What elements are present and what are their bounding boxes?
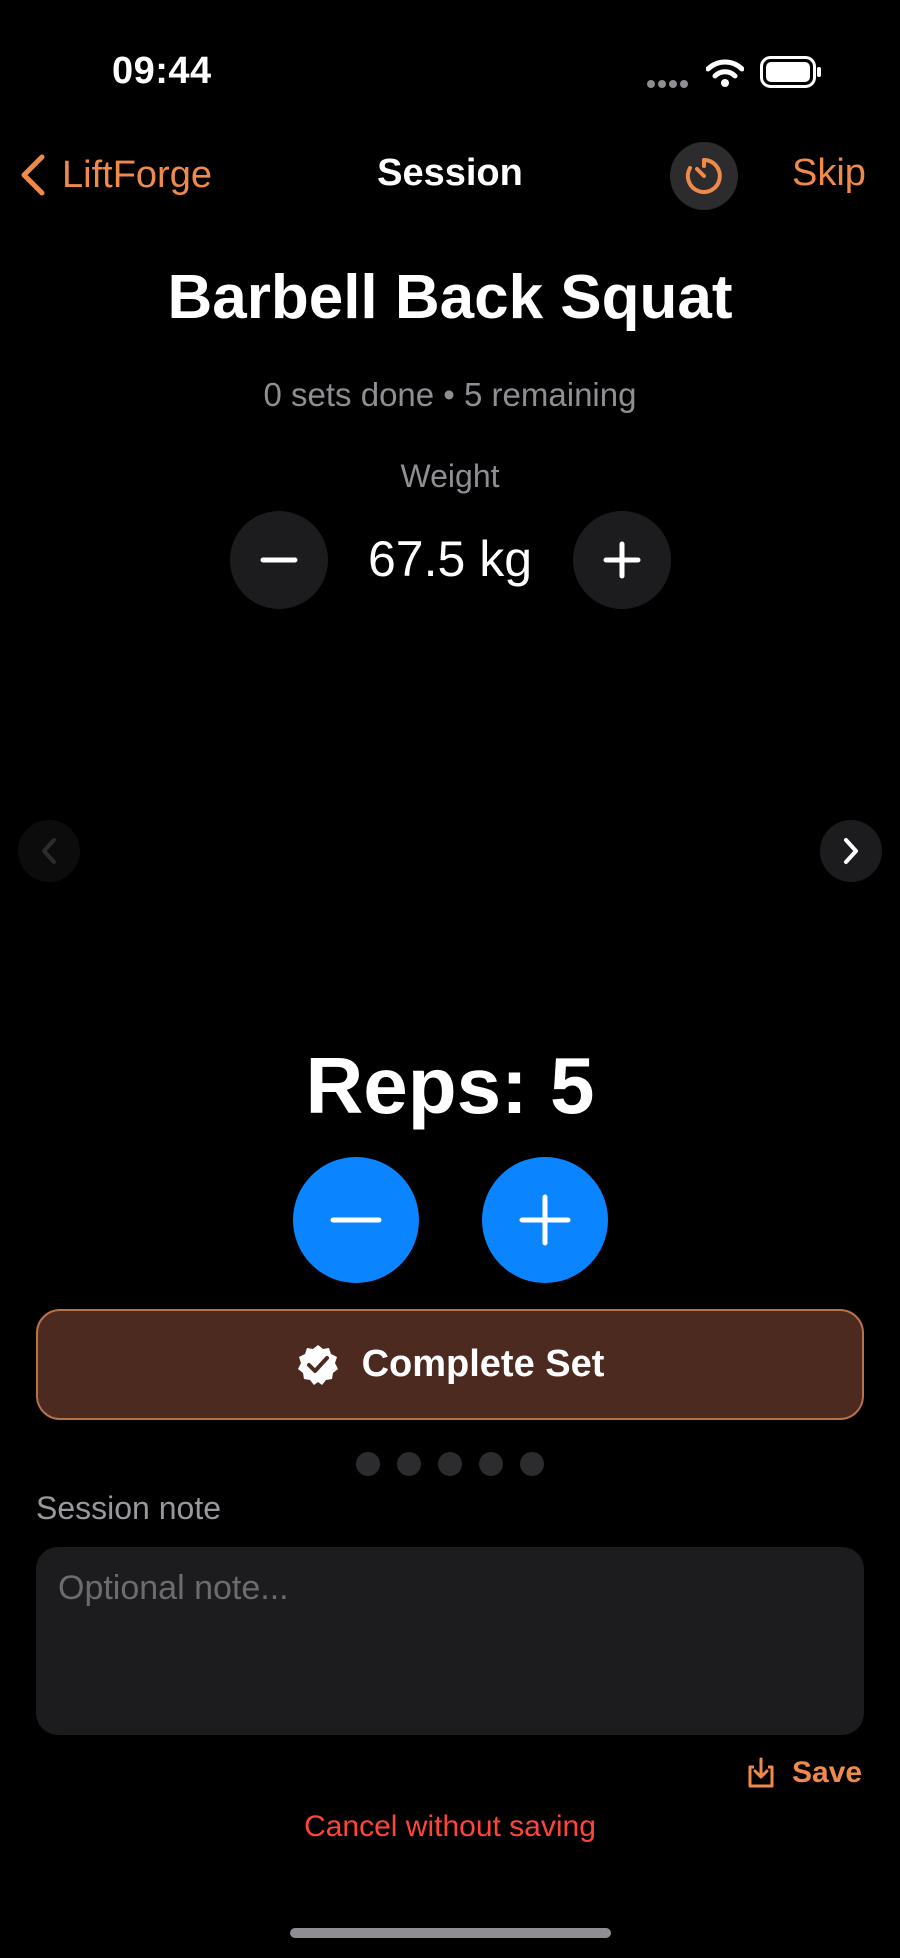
reps-count: Reps: 5 [305,1041,595,1130]
plus-icon [518,1193,572,1247]
sets-progress: 0 sets done • 5 remaining [263,376,637,413]
set-dot [438,1452,462,1476]
session-note-label: Session note [36,1490,222,1526]
timer-icon [683,155,725,197]
reps-decrease-button[interactable] [293,1157,419,1283]
set-indicator-dots [0,1452,900,1476]
plus-icon [602,540,642,580]
session-note-input[interactable] [36,1547,864,1735]
previous-exercise-button[interactable] [18,820,80,882]
chevron-right-icon [841,836,861,866]
rest-timer-button[interactable] [670,142,738,210]
save-button[interactable]: Save [746,1756,862,1790]
set-dot [397,1452,421,1476]
status-time: 09:44 [112,50,212,92]
weight-decrease-button[interactable] [230,511,328,609]
next-exercise-button[interactable] [820,820,882,882]
set-dot [356,1452,380,1476]
skip-button[interactable]: Skip [792,152,866,195]
reps-increase-button[interactable] [482,1157,608,1283]
save-label: Save [792,1756,863,1789]
weight-label: Weight [400,458,500,494]
complete-set-button[interactable]: Complete Set [36,1309,864,1420]
back-button[interactable]: LiftForge [18,150,212,200]
wifi-icon [706,58,744,88]
save-tray-icon [746,1757,776,1789]
cancel-without-saving-button[interactable]: Cancel without saving [0,1810,900,1844]
home-indicator [290,1928,611,1938]
checkmark-seal-icon [296,1343,340,1387]
chevron-left-icon [18,153,48,197]
chevron-left-icon [39,836,59,866]
weight-increase-button[interactable] [573,511,671,609]
weight-value: 67.5 kg [367,531,532,587]
battery-icon [760,56,822,88]
exercise-title: Barbell Back Squat [167,263,733,332]
set-dot [520,1452,544,1476]
cellular-signal-icon [646,78,690,90]
minus-icon [259,540,299,580]
complete-set-label: Complete Set [361,1343,605,1385]
back-button-label: LiftForge [62,153,212,196]
minus-icon [329,1193,383,1247]
set-dot [479,1452,503,1476]
